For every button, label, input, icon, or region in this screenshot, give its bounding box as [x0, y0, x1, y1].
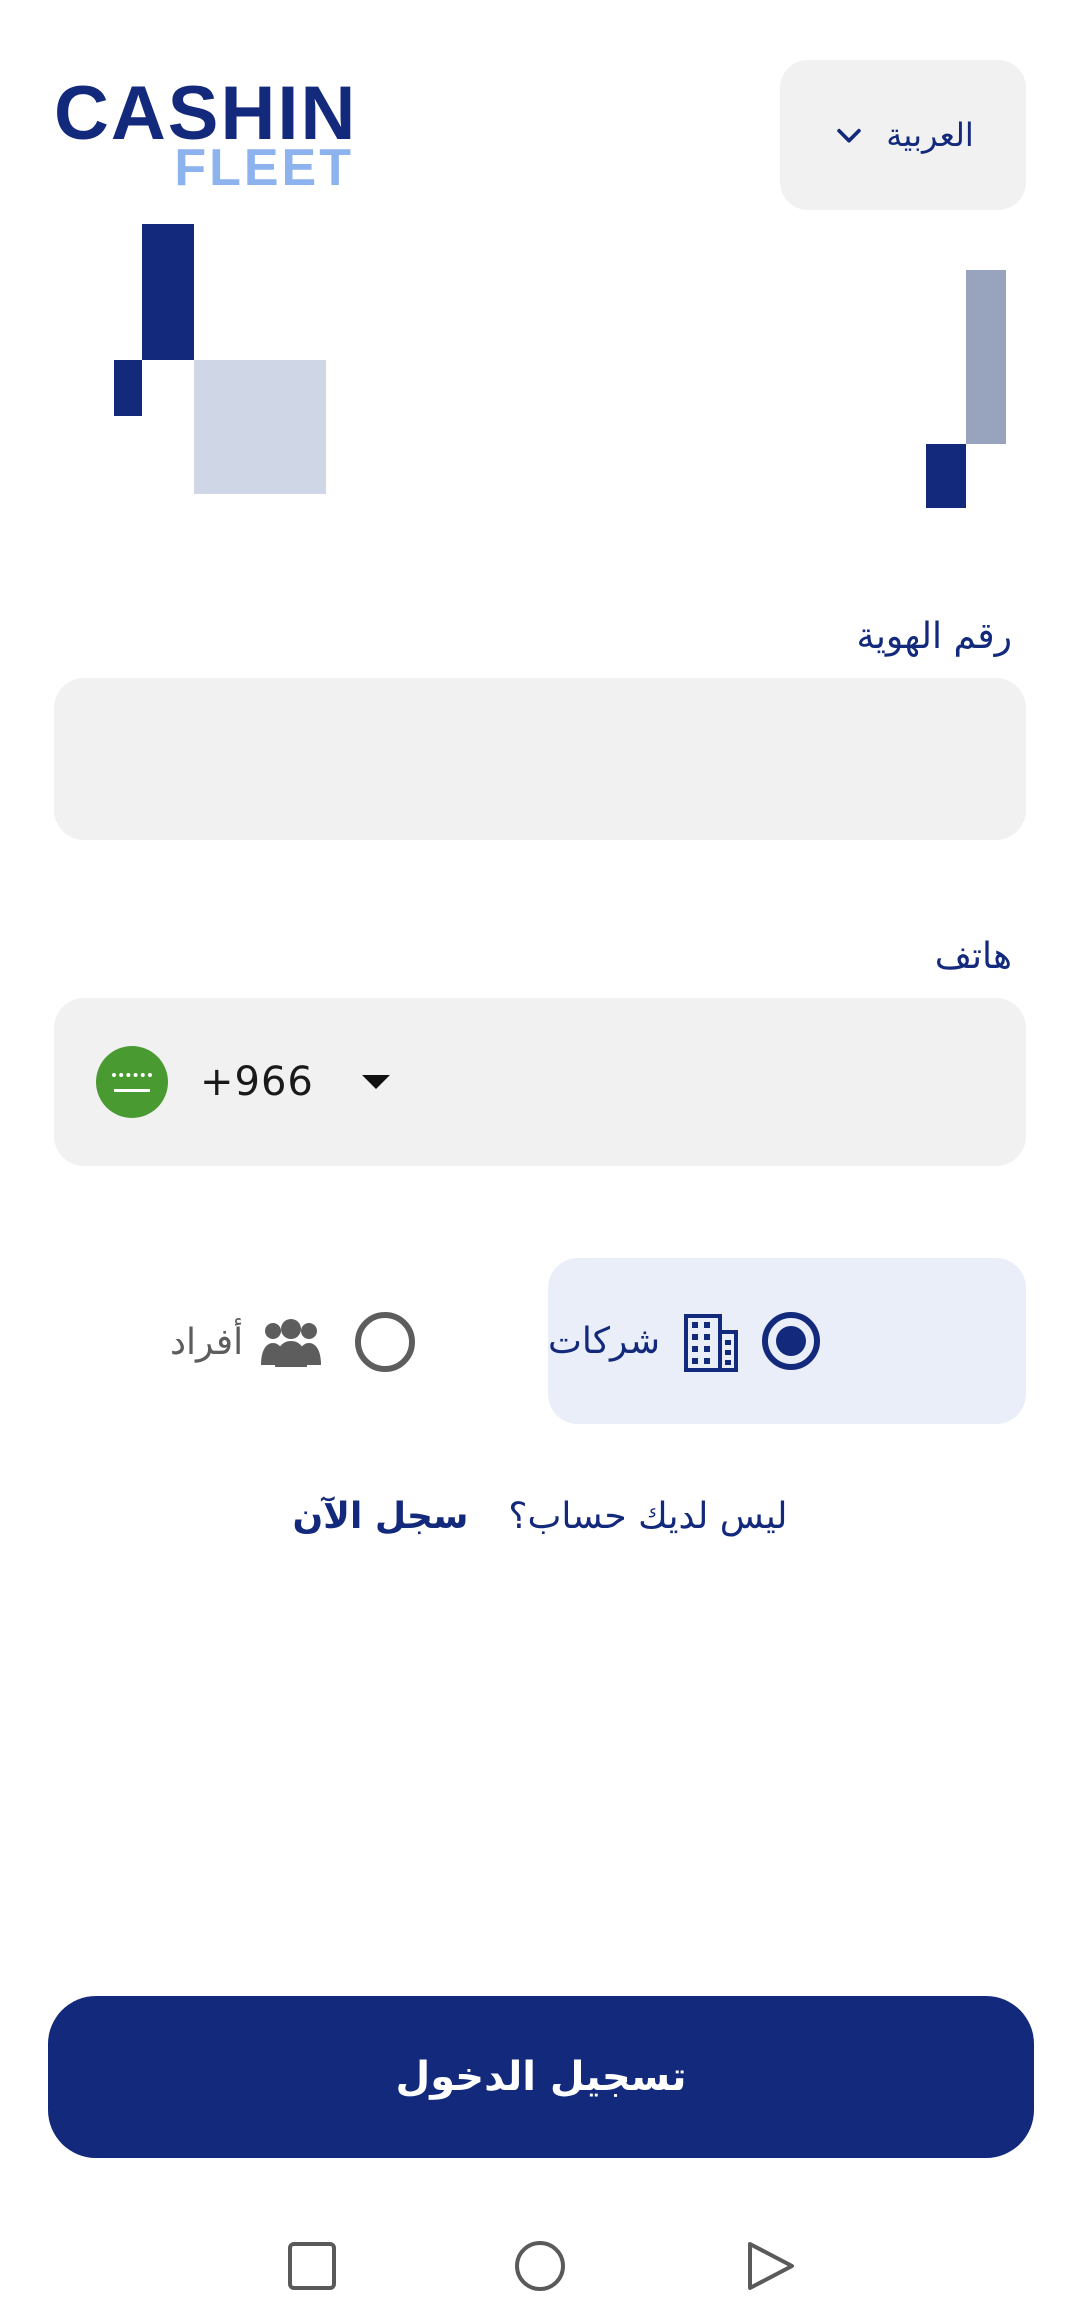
recent-apps-icon[interactable]	[284, 2238, 340, 2294]
cashin-fleet-logo: CASHIN FLEET	[54, 76, 355, 197]
register-now-link[interactable]: سجل الآن	[292, 1496, 468, 1537]
phone-input[interactable]: +966	[54, 998, 1026, 1166]
home-icon[interactable]	[512, 2238, 568, 2294]
id-number-input[interactable]	[54, 678, 1026, 840]
no-account-text: ليس لديك حساب؟	[508, 1496, 788, 1537]
decor-block	[966, 270, 1006, 444]
saudi-arabia-flag-icon[interactable]	[96, 1046, 168, 1118]
language-label: العربية	[886, 116, 974, 154]
system-navigation-bar	[0, 2216, 1080, 2316]
back-icon[interactable]	[742, 2238, 798, 2294]
login-screen: CASHIN FLEET العربية رقم الهوية هاتف +96…	[0, 0, 1080, 2316]
country-dial-code[interactable]: +966	[200, 1059, 314, 1105]
account-type-companies[interactable]: شركات	[548, 1258, 1026, 1424]
id-number-label: رقم الهوية	[856, 616, 1012, 657]
phone-label: هاتف	[934, 936, 1012, 977]
building-icon	[684, 1314, 739, 1372]
login-button[interactable]: تسجيل الدخول	[48, 1996, 1034, 2158]
decor-block	[142, 224, 194, 360]
radio-selected[interactable]	[762, 1312, 821, 1370]
register-prompt: سجل الآن ليس لديك حساب؟	[0, 1496, 1080, 1537]
people-group-icon	[261, 1319, 322, 1367]
account-type-individuals[interactable]: أفراد	[170, 1308, 416, 1376]
chevron-down-icon	[837, 128, 862, 143]
decor-block	[114, 360, 142, 416]
language-selector[interactable]: العربية	[780, 60, 1026, 210]
decor-block	[194, 360, 326, 494]
decor-block	[926, 444, 966, 508]
caret-down-icon[interactable]	[361, 1075, 390, 1089]
radio-unselected[interactable]	[355, 1312, 416, 1372]
logo-wordmark-bottom: FLEET	[174, 139, 354, 197]
companies-label: شركات	[548, 1320, 661, 1362]
individuals-label: أفراد	[170, 1321, 244, 1363]
